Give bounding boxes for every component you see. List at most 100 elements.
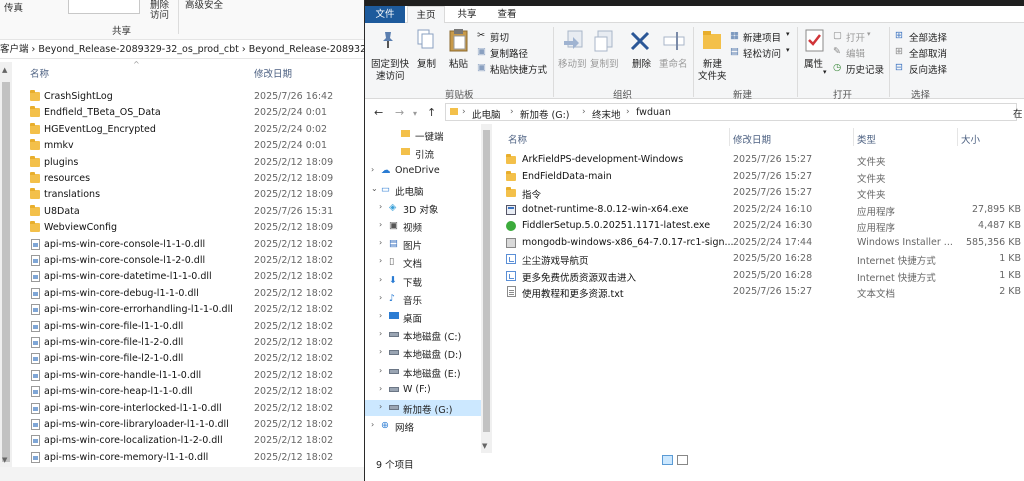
tab-share[interactable]: 共享 (449, 6, 485, 23)
tab-view[interactable]: 查看 (489, 6, 525, 23)
chevron-down-icon[interactable]: ⌄ (371, 184, 378, 193)
back-arrow-icon[interactable]: ← (374, 106, 383, 119)
chevron-right-icon[interactable]: › (379, 366, 382, 375)
left-list-item[interactable]: resources 2025/2/12 18:09 (28, 171, 366, 187)
left-list-item[interactable]: HGEventLog_Encrypted 2025/2/24 0:02 (28, 122, 366, 138)
nav-item[interactable]: › ☁ OneDrive (365, 163, 483, 179)
left-list-item[interactable]: api-ms-win-core-console-l1-1-0.dll 2025/2… (28, 237, 366, 253)
left-list-item[interactable]: translations 2025/2/12 18:09 (28, 187, 366, 203)
chevron-right-icon[interactable]: › (371, 165, 374, 174)
scroll-down-icon[interactable]: ▼ (2, 456, 7, 464)
select-none-button[interactable]: 全部取消 (909, 46, 947, 60)
up-arrow-icon[interactable]: ↑ (427, 106, 436, 119)
new-item-button[interactable]: 新建项目 (743, 30, 781, 44)
chevron-right-icon[interactable]: › (379, 329, 382, 338)
nav-item[interactable]: 一键端 (365, 127, 483, 143)
left-list-item[interactable]: api-ms-win-core-file-l1-2-0.dll 2025/2/12… (28, 335, 366, 351)
left-list-item[interactable]: api-ms-win-core-interlocked-l1-1-0.dll 20… (28, 401, 366, 417)
col-size[interactable]: 大小 (961, 132, 980, 146)
chevron-right-icon[interactable]: › (379, 202, 382, 211)
recent-locations-chevron-icon[interactable]: ▾ (413, 109, 417, 118)
file-row[interactable]: ArkFieldPS-development-Windows 2025/7/26 … (503, 152, 1024, 168)
left-list-item[interactable]: api-ms-win-core-errorhandling-l1-1-0.dll… (28, 302, 366, 318)
chevron-right-icon[interactable]: › (379, 256, 382, 265)
nav-item[interactable]: › ⊕ 网络 (365, 418, 483, 434)
nav-item[interactable]: › 本地磁盘 (C:) (365, 327, 483, 343)
left-scrollbar-thumb[interactable] (2, 82, 10, 462)
nav-item[interactable]: › ▤ 图片 (365, 236, 483, 252)
left-list-item[interactable]: CrashSightLog 2025/7/26 16:42 (28, 89, 366, 105)
left-list-item[interactable]: api-ms-win-core-file-l2-1-0.dll 2025/2/12… (28, 351, 366, 367)
delete-button[interactable]: 删除 (632, 56, 651, 70)
left-list-item[interactable]: api-ms-win-core-file-l1-1-0.dll 2025/2/12… (28, 319, 366, 335)
tab-home[interactable]: 主页 (407, 6, 445, 24)
column-divider[interactable] (957, 128, 958, 146)
chevron-right-icon[interactable]: › (379, 275, 382, 284)
file-row[interactable]: FiddlerSetup.5.0.20251.1171-latest.exe 20… (503, 218, 1024, 234)
invert-selection-button[interactable]: 反向选择 (909, 62, 947, 76)
history-button[interactable]: 历史记录 (846, 62, 884, 76)
nav-item[interactable]: › 新加卷 (G:) (365, 400, 483, 416)
paste-shortcut-button[interactable]: 粘贴快捷方式 (490, 62, 547, 76)
left-list-item[interactable]: plugins 2025/2/12 18:09 (28, 155, 366, 171)
file-row[interactable]: 指令 2025/7/26 15:27 文件夹 (503, 185, 1024, 201)
nav-item[interactable]: › ◈ 3D 对象 (365, 200, 483, 216)
file-row[interactable]: 更多免费优质资源双击进入 2025/5/20 16:28 Internet 快捷方式… (503, 268, 1024, 284)
open-button[interactable]: 打开 (846, 30, 865, 44)
left-ribbon-input[interactable] (68, 0, 140, 14)
file-row[interactable]: EndFieldData-main 2025/7/26 15:27 文件夹 (503, 169, 1024, 185)
nav-scrollbar-thumb[interactable] (483, 130, 490, 432)
nav-item[interactable]: › ▣ 视频 (365, 218, 483, 234)
left-col-modified[interactable]: 修改日期 (254, 66, 292, 80)
chevron-right-icon[interactable]: › (371, 420, 374, 429)
file-row[interactable]: dotnet-runtime-8.0.12-win-x64.exe 2025/2/… (503, 202, 1024, 218)
copy-path-button[interactable]: 复制路径 (490, 46, 528, 60)
address-bar[interactable]: › 此电脑 › 新加卷 (G:) › 终末地 › fwduan (445, 103, 1017, 121)
copy-to-button[interactable]: 复制到 (590, 56, 619, 70)
copy-button[interactable]: 复制 (417, 56, 436, 70)
easy-access-button[interactable]: 轻松访问 (743, 46, 781, 60)
left-col-name[interactable]: 名称 (30, 66, 49, 80)
chevron-right-icon[interactable]: › (379, 311, 382, 320)
nav-item[interactable]: ⌄ ▭ 此电脑 (365, 182, 483, 198)
fax-button[interactable]: 传真 (4, 0, 23, 14)
chevron-right-icon[interactable]: › (379, 293, 382, 302)
chevron-right-icon[interactable]: › (379, 384, 382, 393)
col-name[interactable]: 名称 (508, 132, 527, 146)
breadcrumb-fwduan[interactable]: fwduan (636, 107, 671, 118)
chevron-right-icon[interactable]: › (379, 347, 382, 356)
nav-item[interactable]: › 桌面 (365, 309, 483, 325)
chevron-right-icon[interactable]: › (379, 238, 382, 247)
left-address-bar[interactable]: 客户端 › Beyond_Release-2089329-32_os_prod_… (0, 41, 366, 59)
column-divider[interactable] (729, 128, 730, 146)
scroll-down-icon[interactable]: ▼ (482, 442, 487, 450)
left-list-item[interactable]: api-ms-win-core-heap-l1-1-0.dll 2025/2/12… (28, 384, 366, 400)
nav-item[interactable]: › ▯ 文档 (365, 254, 483, 270)
left-list-item[interactable]: WebviewConfig 2025/2/12 18:09 (28, 220, 366, 236)
pin-quick-access-button-line2[interactable]: 速访问 (376, 68, 405, 82)
tab-file[interactable]: 文件 (365, 6, 405, 23)
properties-button[interactable]: 属性 (804, 56, 823, 70)
large-icons-view-icon[interactable] (677, 455, 688, 465)
left-list-item[interactable]: api-ms-win-core-debug-l1-1-0.dll 2025/2/1… (28, 286, 366, 302)
nav-item[interactable]: › ♪ 音乐 (365, 291, 483, 307)
new-folder-button-line2[interactable]: 文件夹 (698, 68, 727, 82)
nav-item[interactable]: › W (F:) (365, 382, 483, 398)
left-list-item[interactable]: Endfield_TBeta_OS_Data 2025/2/24 0:01 (28, 105, 366, 121)
forward-arrow-icon[interactable]: → (395, 106, 404, 119)
file-row[interactable]: 使用教程和更多资源.txt 2025/7/26 15:27 文本文档 2 KB (503, 284, 1024, 300)
breadcrumb-zhongmodi[interactable]: 终末地 (592, 107, 621, 121)
select-all-button[interactable]: 全部选择 (909, 30, 947, 44)
breadcrumb-drive-g[interactable]: 新加卷 (G:) (520, 107, 570, 121)
rename-button[interactable]: 重命名 (659, 56, 688, 70)
nav-item[interactable]: › 本地磁盘 (E:) (365, 364, 483, 380)
nav-item[interactable]: › 本地磁盘 (D:) (365, 345, 483, 361)
nav-scrollbar[interactable]: ▼ (481, 124, 492, 467)
column-divider[interactable] (853, 128, 854, 146)
nav-item[interactable]: › ⬇ 下载 (365, 273, 483, 289)
col-type[interactable]: 类型 (857, 132, 876, 146)
advanced-security-button[interactable]: 高级安全 (185, 0, 223, 11)
cut-button[interactable]: 剪切 (490, 30, 509, 44)
edit-button[interactable]: 编辑 (846, 46, 865, 60)
left-list-item[interactable]: api-ms-win-core-console-l1-2-0.dll 2025/2… (28, 253, 366, 269)
